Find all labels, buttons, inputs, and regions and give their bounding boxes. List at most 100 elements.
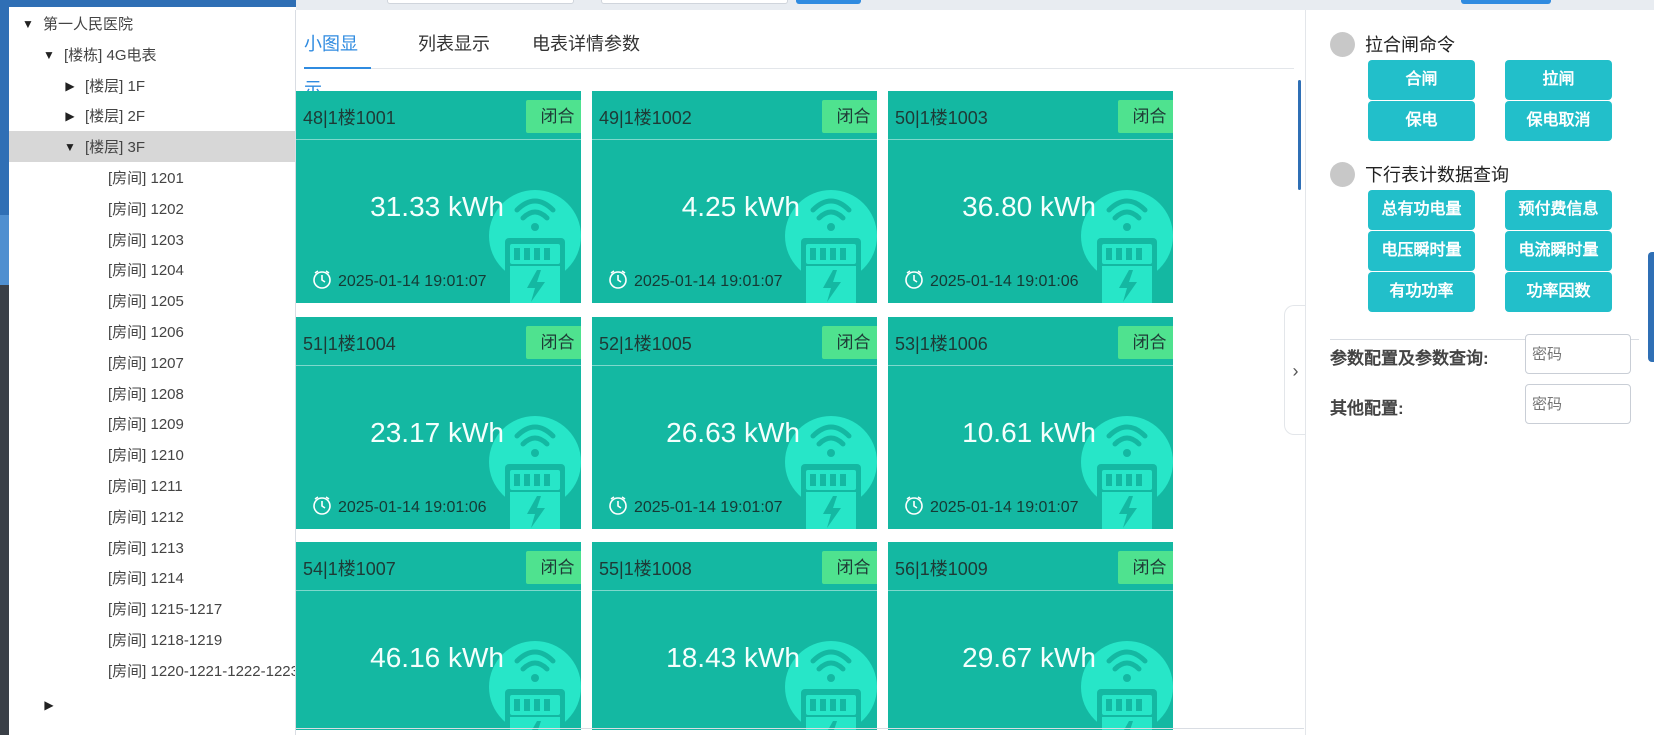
meter-time-text: 2025-01-14 19:01:06: [930, 272, 1079, 290]
clock-icon: [312, 269, 332, 294]
tree-node-floor-2f[interactable]: ▶ [楼层] 2F: [9, 100, 296, 131]
meter-title: 54|1楼1007: [303, 559, 396, 579]
meter-card[interactable]: 52|1楼1005 闭合 26.63 kWh 2025-01-14 19:01:07: [592, 317, 877, 529]
meter-card[interactable]: 56|1楼1009 闭合 29.67 kWh: [888, 542, 1173, 730]
caret-right-icon[interactable]: ▶: [61, 79, 79, 93]
meter-card-header: 49|1楼1002 闭合: [592, 91, 877, 140]
tree-node-room[interactable]: [房间] 1214: [9, 562, 296, 593]
power-protect-cancel-button[interactable]: 保电取消: [1505, 101, 1612, 141]
meter-card[interactable]: 50|1楼1003 闭合 36.80 kWh 2025-01-14 19:01:06: [888, 91, 1173, 303]
tree-node-label: [楼层] 1F: [85, 78, 146, 95]
tree-node-building[interactable]: ▼ [楼栋] 4G电表: [9, 39, 296, 70]
tree-node-room[interactable]: [房间] 1213: [9, 532, 296, 563]
meter-card-grid: 48|1楼1001 闭合 31.33 kWh 2025-01-14 19:01:07 4…: [296, 70, 1296, 730]
tree-node-label: [房间] 1209: [108, 416, 184, 434]
tab-thumbnail-view[interactable]: 小图显示: [304, 22, 371, 99]
tree-node-room[interactable]: [房间] 1208: [9, 378, 296, 409]
toolbar-search-button[interactable]: [796, 0, 861, 4]
section-title: 拉合闸命令: [1365, 35, 1455, 55]
tab-meter-details[interactable]: 电表详情参数: [532, 22, 640, 69]
switch-status-badge[interactable]: 闭合: [526, 551, 581, 584]
switch-status-badge[interactable]: 闭合: [822, 551, 877, 584]
main-content: 小图显示 列表显示 电表详情参数 48|1楼1001 闭合 31.33 kWh 202…: [296, 10, 1304, 735]
tree-node-label: [房间] 1208: [108, 385, 184, 403]
power-protect-button[interactable]: 保电: [1368, 101, 1475, 141]
open-switch-button[interactable]: 拉闸: [1505, 60, 1612, 100]
tree-node-next-building[interactable]: ▶: [9, 689, 296, 720]
tree-node-room[interactable]: [房间] 1207: [9, 347, 296, 378]
close-switch-button[interactable]: 合闸: [1368, 60, 1475, 100]
switch-command-section: 拉合闸命令: [1330, 31, 1455, 57]
other-config-label: 其他配置:: [1330, 399, 1404, 418]
smart-meter-icon: [1081, 166, 1173, 303]
switch-status-badge[interactable]: 闭合: [1118, 326, 1173, 359]
tree-node-room[interactable]: [房间] 1215-1217: [9, 593, 296, 624]
tree-node-room[interactable]: [房间] 1205: [9, 285, 296, 316]
meter-query-radio[interactable]: [1330, 161, 1355, 187]
clock-icon: [608, 269, 628, 294]
meter-card-header: 56|1楼1009 闭合: [888, 542, 1173, 591]
tree-node-room[interactable]: [房间] 1202: [9, 193, 296, 224]
smart-meter-icon: [1081, 392, 1173, 529]
meter-title: 48|1楼1001: [303, 108, 396, 128]
tree-node-room[interactable]: [房间] 1210: [9, 439, 296, 470]
location-tree: ▼ 第一人民医院 ▼ [楼栋] 4G电表 ▶ [楼层] 1F ▶ [楼层] 2F…: [9, 7, 296, 735]
clock-icon: [904, 269, 924, 294]
clock-icon: [904, 495, 924, 520]
collapse-panel-chevron-icon[interactable]: ›: [1284, 305, 1306, 435]
power-factor-button[interactable]: 功率因数: [1505, 272, 1612, 312]
meter-title: 49|1楼1002: [599, 108, 692, 128]
switch-command-radio[interactable]: [1330, 31, 1355, 57]
tree-node-room[interactable]: [房间] 1201: [9, 162, 296, 193]
tree-node-floor-1f[interactable]: ▶ [楼层] 1F: [9, 70, 296, 101]
meter-time-text: 2025-01-14 19:01:07: [930, 498, 1079, 516]
meter-card[interactable]: 53|1楼1006 闭合 10.61 kWh 2025-01-14 19:01:07: [888, 317, 1173, 529]
voltage-instant-button[interactable]: 电压瞬时量: [1368, 231, 1475, 271]
toolbar-input-1[interactable]: [387, 0, 574, 4]
active-power-button[interactable]: 有功功率: [1368, 272, 1475, 312]
tree-node-room[interactable]: [房间] 1218-1219: [9, 624, 296, 655]
tree-node-label: [房间] 1202: [108, 200, 184, 218]
switch-status-badge[interactable]: 闭合: [526, 100, 581, 133]
command-panel: 拉合闸命令 合闸 拉闸 保电 保电取消 下行表计数据查询 总有功电量 预付费信息…: [1305, 10, 1654, 735]
toolbar-action-button[interactable]: [1461, 0, 1551, 4]
tree-node-room[interactable]: [房间] 1209: [9, 408, 296, 439]
caret-down-icon[interactable]: ▼: [19, 17, 37, 31]
tree-node-room[interactable]: [房间] 1212: [9, 501, 296, 532]
scrollbar[interactable]: [1298, 80, 1301, 190]
meter-card-header: 48|1楼1001 闭合: [296, 91, 581, 140]
tree-node-room[interactable]: [房间] 1206: [9, 316, 296, 347]
tree-node-room[interactable]: [房间] 1220-1221-1222-1223: [9, 655, 296, 686]
meter-time-text: 2025-01-14 19:01:06: [338, 498, 487, 516]
meter-energy-value: 4.25 kWh: [681, 191, 800, 222]
switch-status-badge[interactable]: 闭合: [1118, 551, 1173, 584]
tree-node-floor-3f[interactable]: ▼ [楼层] 3F: [9, 131, 296, 162]
prepaid-info-button[interactable]: 预付费信息: [1505, 190, 1612, 230]
window-edge: [0, 0, 9, 735]
toolbar-input-2[interactable]: [601, 0, 788, 4]
caret-right-icon[interactable]: ▶: [40, 698, 58, 712]
meter-card[interactable]: 48|1楼1001 闭合 31.33 kWh 2025-01-14 19:01:07: [296, 91, 581, 303]
tab-list-view[interactable]: 列表显示: [418, 22, 490, 69]
tree-node-room[interactable]: [房间] 1211: [9, 470, 296, 501]
tree-node-root[interactable]: ▼ 第一人民医院: [9, 8, 296, 39]
tree-node-room[interactable]: [房间] 1204: [9, 254, 296, 285]
tree-node-label: [房间] 1207: [108, 354, 184, 372]
meter-card[interactable]: 49|1楼1002 闭合 4.25 kWh 2025-01-14 19:01:07: [592, 91, 877, 303]
other-password-input[interactable]: [1525, 384, 1631, 424]
switch-status-badge[interactable]: 闭合: [526, 326, 581, 359]
switch-status-badge[interactable]: 闭合: [822, 100, 877, 133]
switch-status-badge[interactable]: 闭合: [1118, 100, 1173, 133]
param-password-input[interactable]: [1525, 334, 1631, 374]
switch-status-badge[interactable]: 闭合: [822, 326, 877, 359]
meter-card[interactable]: 55|1楼1008 闭合 18.43 kWh: [592, 542, 877, 730]
tree-node-room[interactable]: [房间] 1203: [9, 224, 296, 255]
total-active-energy-button[interactable]: 总有功电量: [1368, 190, 1475, 230]
tree-node-label: [房间] 1220-1221-1222-1223: [108, 662, 296, 680]
caret-down-icon[interactable]: ▼: [40, 48, 58, 62]
caret-right-icon[interactable]: ▶: [61, 109, 79, 123]
meter-card[interactable]: 54|1楼1007 闭合 46.16 kWh: [296, 542, 581, 730]
current-instant-button[interactable]: 电流瞬时量: [1505, 231, 1612, 271]
caret-down-icon[interactable]: ▼: [61, 140, 79, 154]
meter-card[interactable]: 51|1楼1004 闭合 23.17 kWh 2025-01-14 19:01:06: [296, 317, 581, 529]
